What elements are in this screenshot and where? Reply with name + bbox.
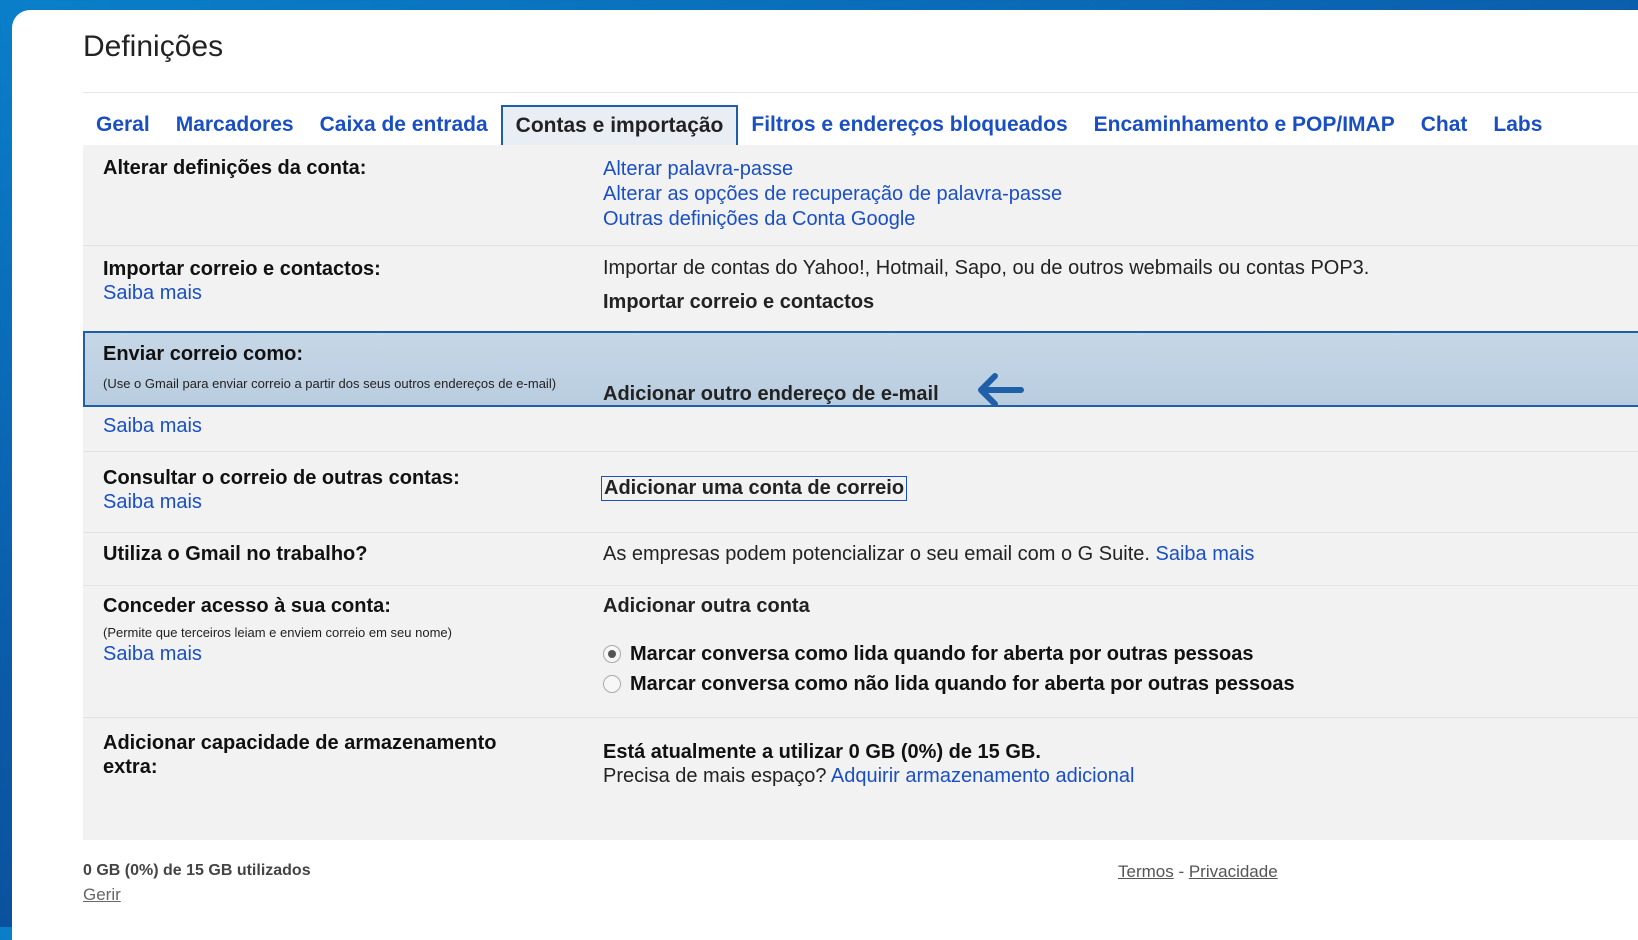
mark-read-option[interactable]: Marcar conversa como lida quando for abe… xyxy=(603,643,1254,666)
learn-more-link[interactable]: Saiba mais xyxy=(103,643,202,666)
learn-more-link[interactable]: Saiba mais xyxy=(1156,543,1255,565)
tab-chat[interactable]: Chat xyxy=(1408,105,1481,145)
settings-panel: Alterar definições da conta: Alterar pal… xyxy=(83,145,1638,840)
option-label: Marcar conversa como lida quando for abe… xyxy=(630,643,1254,665)
tab-caixa-de-entrada[interactable]: Caixa de entrada xyxy=(307,105,501,145)
row-work: Utiliza o Gmail no trabalho? As empresas… xyxy=(83,531,1638,586)
storage-question: Precisa de mais espaço? xyxy=(603,765,827,787)
option-label: Marcar conversa como não lida quando for… xyxy=(630,673,1295,695)
import-description: Importar de contas do Yahoo!, Hotmail, S… xyxy=(603,257,1370,279)
storage-footer-usage: 0 GB (0%) de 15 GB utilizados xyxy=(83,862,311,879)
row-import: Importar correio e contactos: Saiba mais… xyxy=(83,245,1638,336)
title-divider xyxy=(83,92,1638,93)
learn-more-link[interactable]: Saiba mais xyxy=(103,281,381,305)
privacy-link[interactable]: Privacidade xyxy=(1189,862,1278,881)
work-text-block: As empresas podem potencializar o seu em… xyxy=(603,543,1254,566)
check-mail-label-block: Consultar o correio de outras contas: Sa… xyxy=(103,466,460,514)
g-suite-text: As empresas podem potencializar o seu em… xyxy=(603,543,1150,565)
tab-filtros[interactable]: Filtros e endereços bloqueados xyxy=(738,105,1080,145)
mark-unread-option[interactable]: Marcar conversa como não lida quando for… xyxy=(603,673,1295,696)
send-as-label: Enviar correio como: xyxy=(103,343,304,365)
row-label: Adicionar capacidade de armazenamento ex… xyxy=(103,732,497,778)
storage-more-block: Precisa de mais espaço? Adquirir armazen… xyxy=(603,765,1134,788)
add-email-address-link[interactable]: Adicionar outro endereço de e-mail xyxy=(603,383,939,406)
change-password-link[interactable]: Alterar palavra-passe xyxy=(603,157,1062,182)
learn-more-link[interactable]: Saiba mais xyxy=(103,490,460,514)
account-links: Alterar palavra-passe Alterar as opções … xyxy=(603,157,1062,232)
tab-encaminhamento[interactable]: Encaminhamento e POP/IMAP xyxy=(1081,105,1408,145)
arrow-left-icon xyxy=(978,373,1024,407)
buy-storage-link[interactable]: Adquirir armazenamento adicional xyxy=(831,765,1135,787)
footer-separator: - xyxy=(1173,862,1189,881)
tab-marcadores[interactable]: Marcadores xyxy=(163,105,307,145)
row-grant-access: Conceder acesso à sua conta: (Permite qu… xyxy=(83,585,1638,718)
row-label: Alterar definições da conta: xyxy=(103,157,367,179)
tab-contas-e-importacao[interactable]: Contas e importação xyxy=(500,105,739,145)
row-label: Importar correio e contactos: xyxy=(103,258,381,280)
add-mail-account-link[interactable]: Adicionar uma conta de correio xyxy=(601,476,908,501)
recovery-options-link[interactable]: Alterar as opções de recuperação de pala… xyxy=(603,182,1062,207)
tab-labs[interactable]: Labs xyxy=(1480,105,1555,145)
manage-storage-link[interactable]: Gerir xyxy=(83,885,121,905)
footer-links: Termos - Privacidade xyxy=(1118,862,1278,882)
send-as-note: (Use o Gmail para enviar correio a parti… xyxy=(103,376,557,391)
row-label: Consultar o correio de outras contas: xyxy=(103,467,460,489)
page-title: Definições xyxy=(83,30,224,63)
row-account-settings: Alterar definições da conta: Alterar pal… xyxy=(83,145,1638,246)
radio-button-selected[interactable] xyxy=(603,644,621,663)
radio-button[interactable] xyxy=(603,674,621,693)
settings-tabs: Geral Marcadores Caixa de entrada Contas… xyxy=(83,105,1555,145)
tab-geral[interactable]: Geral xyxy=(83,105,163,145)
storage-usage: Está atualmente a utilizar 0 GB (0%) de … xyxy=(603,741,1041,763)
google-account-settings-link[interactable]: Outras definições da Conta Google xyxy=(603,207,1062,232)
row-check-mail: Consultar o correio de outras contas: Sa… xyxy=(83,451,1638,533)
row-storage: Adicionar capacidade de armazenamento ex… xyxy=(83,717,1638,807)
grant-note: (Permite que terceiros leiam e enviem co… xyxy=(103,625,452,640)
learn-more-link[interactable]: Saiba mais xyxy=(103,415,202,438)
import-mail-link[interactable]: Importar correio e contactos xyxy=(603,291,874,314)
add-another-account-link[interactable]: Adicionar outra conta xyxy=(603,595,810,618)
import-label-block: Importar correio e contactos: Saiba mais xyxy=(103,257,381,305)
row-label: Conceder acesso à sua conta: xyxy=(103,595,391,617)
row-label: Utiliza o Gmail no trabalho? xyxy=(103,543,368,565)
terms-link[interactable]: Termos xyxy=(1118,862,1174,881)
